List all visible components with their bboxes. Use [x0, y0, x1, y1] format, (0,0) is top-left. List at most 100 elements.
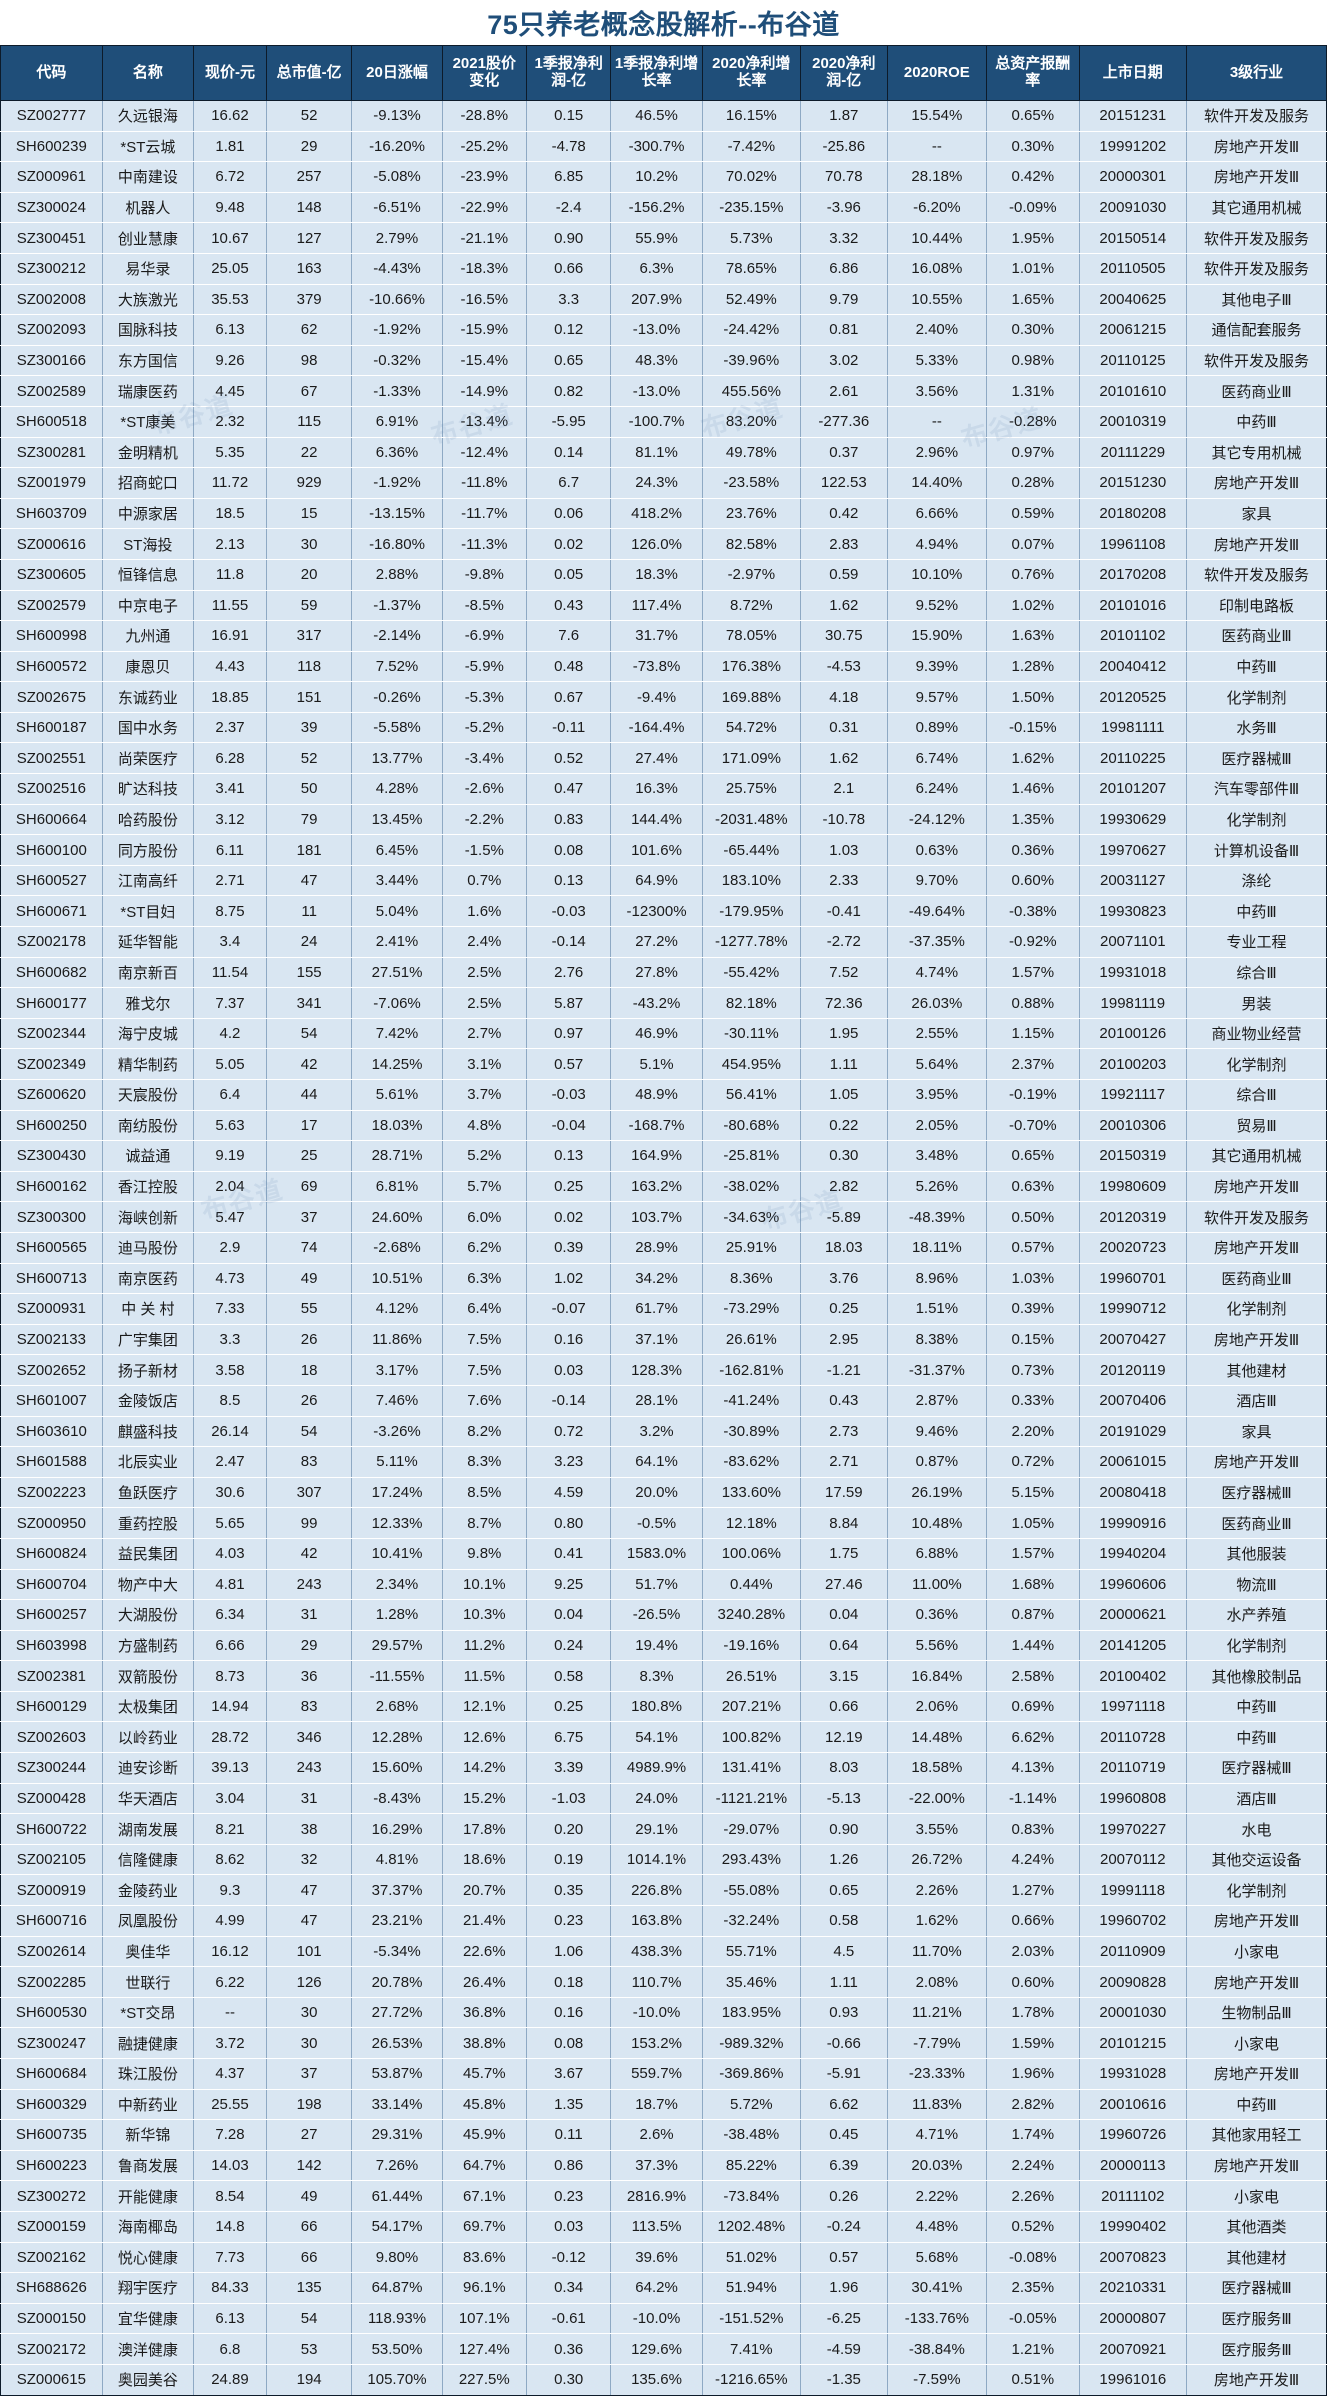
cell-g2020[interactable]: 1202.48%	[701, 2210, 801, 2243]
table-row[interactable]: SZ300212 易华录 25.05 163 -4.43% -18.3% 0.66 6.3% 7…	[0, 252, 1327, 285]
table-row[interactable]: SZ300605 恒锋信息 11.8 20 2.88% -9.8% 0.05 18.3% -2.…	[0, 558, 1327, 591]
cell-price[interactable]: 9.19	[193, 1140, 267, 1172]
cell-roe[interactable]: -48.39%	[886, 1201, 988, 1233]
cell-date[interactable]: 20150514	[1078, 222, 1188, 254]
cell-ind[interactable]: 化学制剂	[1186, 1048, 1327, 1080]
cell-date[interactable]: 20071101	[1078, 926, 1188, 958]
cell-name[interactable]: 融捷健康	[101, 2027, 195, 2059]
cell-q1p[interactable]: 9.25	[525, 1568, 612, 1601]
table-row[interactable]: SZ300281 金明精机 5.35 22 6.36% -12.4% 0.14 81.1% 49…	[0, 436, 1327, 469]
cell-date[interactable]: 19981111	[1078, 711, 1188, 744]
cell-ind[interactable]: 房地产开发Ⅲ	[1186, 1446, 1327, 1478]
cell-price[interactable]: 2.37	[193, 711, 267, 744]
cell-price[interactable]: 25.55	[193, 2088, 267, 2121]
cell-name[interactable]: 翔宇医疗	[101, 2272, 195, 2304]
cell-price[interactable]: 2.9	[193, 1231, 267, 1264]
cell-d20[interactable]: 7.46%	[351, 1384, 443, 1417]
cell-d20[interactable]: -0.32%	[351, 344, 443, 377]
cell-name[interactable]: 易华录	[101, 252, 195, 285]
cell-roa[interactable]: 0.51%	[986, 2363, 1080, 2396]
cell-q1g[interactable]: 37.3%	[610, 2149, 703, 2182]
table-row[interactable]: SZ002603 以岭药业 28.72 346 12.28% 12.6% 6.75 54.1%…	[0, 1721, 1327, 1754]
cell-q1g[interactable]: -9.4%	[610, 681, 703, 713]
cell-cap[interactable]: 151	[265, 681, 353, 713]
cell-roa[interactable]: 1.74%	[986, 2119, 1080, 2151]
cell-roa[interactable]: 0.65%	[986, 1140, 1080, 1172]
cell-ind[interactable]: 医药商业Ⅲ	[1186, 1262, 1327, 1295]
cell-code[interactable]: SZ300281	[0, 436, 103, 469]
cell-name[interactable]: 延华智能	[101, 926, 195, 958]
cell-y2021[interactable]: 2.7%	[441, 1017, 527, 1050]
cell-roa[interactable]: -0.19%	[986, 1079, 1080, 1111]
cell-p2020[interactable]: -0.41	[799, 895, 888, 928]
cell-roe[interactable]: 5.56%	[886, 1629, 988, 1662]
table-row[interactable]: SZ300024 机器人 9.48 148 -6.51% -22.9% -2.4 -156.2…	[0, 191, 1327, 224]
cell-date[interactable]: 20061015	[1078, 1446, 1188, 1478]
cell-price[interactable]: 6.13	[193, 2302, 267, 2335]
table-row[interactable]: SZ000961 中南建设 6.72 257 -5.08% -23.9% 6.85 10.2%…	[0, 161, 1327, 193]
cell-cap[interactable]: 101	[265, 1935, 353, 1968]
cell-date[interactable]: 19931018	[1078, 956, 1188, 989]
cell-d20[interactable]: 4.81%	[351, 1843, 443, 1876]
cell-g2020[interactable]: 35.46%	[701, 1966, 801, 1998]
cell-name[interactable]: 湖南发展	[101, 1813, 195, 1845]
column-header-cap[interactable]: 总市值-亿	[265, 45, 353, 101]
cell-y2021[interactable]: 107.1%	[441, 2302, 527, 2335]
cell-y2021[interactable]: 7.6%	[441, 1384, 527, 1417]
cell-cap[interactable]: 27	[265, 2119, 353, 2151]
cell-cap[interactable]: 20	[265, 558, 353, 591]
cell-p2020[interactable]: -5.89	[799, 1201, 888, 1233]
cell-g2020[interactable]: 176.38%	[701, 650, 801, 683]
cell-ind[interactable]: 医疗器械Ⅲ	[1186, 1476, 1327, 1509]
table-row[interactable]: SZ000428 华天酒店 3.04 31 -8.43% 15.2% -1.03 24.0% -…	[0, 1782, 1327, 1815]
cell-y2021[interactable]: 6.4%	[441, 1293, 527, 1325]
cell-p2020[interactable]: 2.33	[799, 864, 888, 897]
table-row[interactable]: SZ002614 奥佳华 16.12 101 -5.34% 22.6% 1.06 438.3%…	[0, 1935, 1327, 1968]
cell-roa[interactable]: 0.39%	[986, 1293, 1080, 1325]
cell-code[interactable]: SZ000159	[0, 2210, 103, 2243]
cell-p2020[interactable]: 0.81	[799, 314, 888, 346]
cell-q1p[interactable]: 0.82	[525, 375, 612, 407]
cell-g2020[interactable]: 78.05%	[701, 620, 801, 652]
cell-roe[interactable]: 6.66%	[886, 497, 988, 530]
cell-d20[interactable]: -3.26%	[351, 1415, 443, 1448]
table-row[interactable]: SH600177 雅戈尔 7.37 341 -7.06% 2.5% 5.87 -43.2% 82…	[0, 987, 1327, 1019]
cell-d20[interactable]: 2.41%	[351, 926, 443, 958]
cell-d20[interactable]: -9.13%	[351, 100, 443, 132]
cell-d20[interactable]: 118.93%	[351, 2302, 443, 2335]
cell-p2020[interactable]: 1.11	[799, 1966, 888, 1998]
cell-roe[interactable]: 2.06%	[886, 1690, 988, 1723]
cell-g2020[interactable]: -55.08%	[701, 1874, 801, 1907]
cell-price[interactable]: 4.03	[193, 1537, 267, 1570]
cell-d20[interactable]: -6.51%	[351, 191, 443, 224]
cell-roa[interactable]: 2.82%	[986, 2088, 1080, 2121]
cell-q1p[interactable]: 0.23	[525, 2180, 612, 2212]
cell-ind[interactable]: 水产养殖	[1186, 1599, 1327, 1631]
table-row[interactable]: SZ002223 鱼跃医疗 30.6 307 17.24% 8.5% 4.59 20.0% 13…	[0, 1476, 1327, 1509]
cell-q1g[interactable]: 110.7%	[610, 1966, 703, 1998]
cell-roa[interactable]: 0.60%	[986, 864, 1080, 897]
cell-price[interactable]: 7.37	[193, 987, 267, 1019]
cell-ind[interactable]: 房地产开发Ⅲ	[1186, 161, 1327, 193]
cell-q1p[interactable]: 0.90	[525, 222, 612, 254]
cell-roa[interactable]: 0.60%	[986, 1966, 1080, 1998]
cell-roa[interactable]: 2.20%	[986, 1415, 1080, 1448]
cell-cap[interactable]: 55	[265, 1293, 353, 1325]
cell-q1g[interactable]: 1014.1%	[610, 1843, 703, 1876]
table-row[interactable]: SH600257 大湖股份 6.34 31 1.28% 10.3% 0.04 -26.5% 32…	[0, 1599, 1327, 1631]
cell-y2021[interactable]: 45.7%	[441, 2058, 527, 2090]
cell-y2021[interactable]: -5.3%	[441, 681, 527, 713]
cell-price[interactable]: 16.62	[193, 100, 267, 132]
cell-roe[interactable]: 6.24%	[886, 773, 988, 805]
cell-y2021[interactable]: -8.5%	[441, 589, 527, 622]
cell-date[interactable]: 20150319	[1078, 1140, 1188, 1172]
cell-roa[interactable]: 1.95%	[986, 222, 1080, 254]
cell-roa[interactable]: 0.87%	[986, 1599, 1080, 1631]
cell-code[interactable]: SH600257	[0, 1599, 103, 1631]
cell-name[interactable]: 金陵药业	[101, 1874, 195, 1907]
cell-roa[interactable]: 0.98%	[986, 344, 1080, 377]
cell-q1g[interactable]: 48.9%	[610, 1079, 703, 1111]
cell-q1p[interactable]: 0.35	[525, 1874, 612, 1907]
cell-cap[interactable]: 346	[265, 1721, 353, 1754]
cell-price[interactable]: 1.81	[193, 130, 267, 163]
